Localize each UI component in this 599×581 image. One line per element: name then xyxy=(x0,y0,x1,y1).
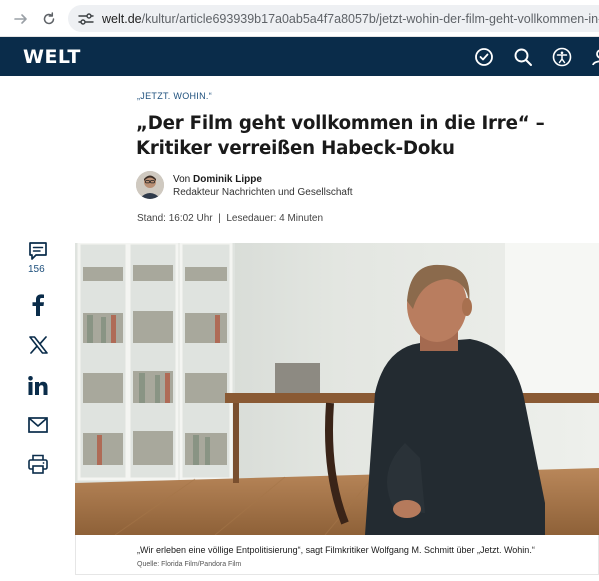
image-caption: „Wir erleben eine völlige Entpolitisieru… xyxy=(137,545,535,555)
author-role: Redakteur Nachrichten und Gesellschaft xyxy=(173,187,353,198)
author-prefix: Von xyxy=(173,174,194,185)
user-icon[interactable] xyxy=(590,46,599,68)
article-hero-image[interactable] xyxy=(75,243,599,535)
reload-icon[interactable] xyxy=(38,8,60,30)
site-settings-icon[interactable] xyxy=(78,12,94,26)
url-path: /kultur/article693939b17a0ab5a4f7a8057b/… xyxy=(141,11,599,26)
print-icon[interactable] xyxy=(27,453,49,475)
url-text: welt.de/kultur/article693939b17a0ab5a4f7… xyxy=(102,12,599,26)
facebook-icon[interactable] xyxy=(27,294,49,316)
accessibility-icon[interactable] xyxy=(551,46,573,68)
author-name[interactable]: Dominik Lippe xyxy=(193,174,262,185)
author-avatar[interactable] xyxy=(136,171,164,199)
welt-logo[interactable]: WELT xyxy=(23,46,81,68)
comment-count[interactable]: 156 xyxy=(28,264,45,275)
url-host: welt.de xyxy=(102,11,142,26)
linkedin-icon[interactable] xyxy=(27,374,49,396)
clock-icon[interactable] xyxy=(473,46,495,68)
forward-arrow-icon[interactable] xyxy=(10,8,32,30)
article-headline: „Der Film geht vollkommen in die Irre“ –… xyxy=(136,113,545,159)
author-byline: Von Dominik Lippe xyxy=(173,174,262,185)
browser-toolbar: welt.de/kultur/article693939b17a0ab5a4f7… xyxy=(0,0,599,37)
caption-box xyxy=(75,535,599,575)
hero-image-illustration xyxy=(75,243,599,535)
address-bar[interactable]: welt.de/kultur/article693939b17a0ab5a4f7… xyxy=(68,5,599,32)
image-credit: Quelle: Florida Film/Pandora Film xyxy=(137,561,242,568)
x-icon[interactable] xyxy=(27,334,49,356)
mail-icon[interactable] xyxy=(27,414,49,436)
site-header: WELT xyxy=(0,37,599,76)
search-icon[interactable] xyxy=(512,46,534,68)
comment-icon[interactable] xyxy=(27,240,49,262)
article-meta: Stand: 16:02 Uhr | Lesedauer: 4 Minuten xyxy=(137,213,324,224)
article-kicker[interactable]: „JETZT. WOHIN.“ xyxy=(137,91,212,101)
